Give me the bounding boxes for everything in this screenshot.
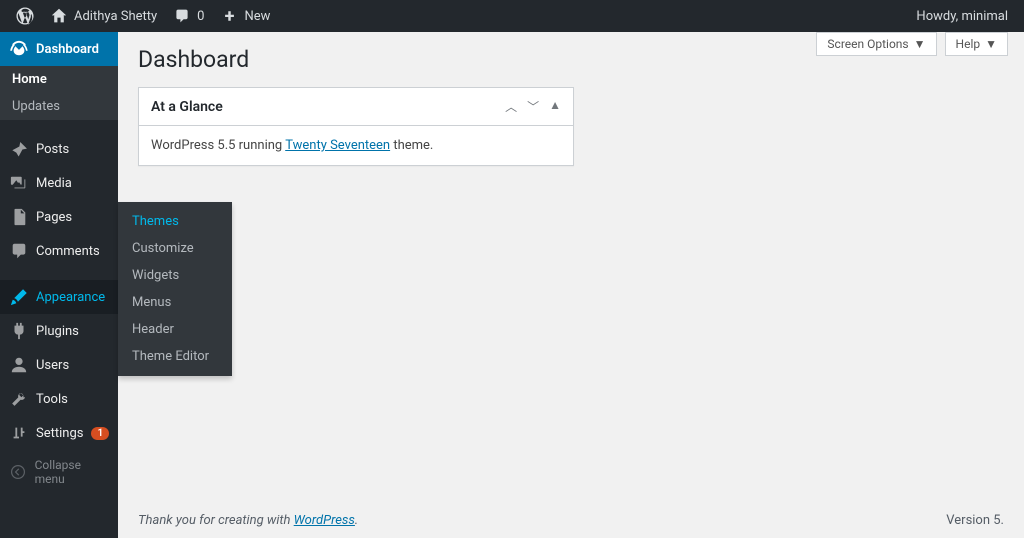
settings-badge: 1 (91, 427, 109, 440)
admin-bar: Adithya Shetty 0 New Howdy, minimal (0, 0, 1024, 32)
footer-version: Version 5. (946, 513, 1004, 528)
screen-options-button[interactable]: Screen Options ▼ (816, 32, 936, 56)
collapse-menu-button[interactable]: Collapse menu (0, 450, 118, 494)
help-button[interactable]: Help ▼ (945, 32, 1008, 56)
collapse-icon (10, 463, 27, 481)
top-buttons: Screen Options ▼ Help ▼ (816, 32, 1008, 56)
sidebar-subitem-updates[interactable]: Updates (0, 93, 118, 120)
users-icon (10, 356, 28, 374)
panel-controls: ︿ ﹀ ▲ (505, 98, 561, 115)
sidebar-label: Settings (36, 426, 83, 441)
panel-text-suffix: theme. (390, 138, 433, 153)
panel-move-down-icon[interactable]: ﹀ (527, 98, 539, 115)
panel-body: WordPress 5.5 running Twenty Seventeen t… (139, 126, 573, 165)
wordpress-link[interactable]: WordPress (294, 513, 355, 528)
pin-icon (10, 140, 28, 158)
caret-down-icon: ▼ (985, 37, 997, 51)
collapse-label: Collapse menu (35, 458, 108, 486)
sidebar-item-dashboard[interactable]: Dashboard (0, 32, 118, 66)
sidebar-label: Comments (36, 244, 100, 259)
appearance-icon (10, 288, 28, 306)
tools-icon (10, 390, 28, 408)
howdy-account-link[interactable]: Howdy, minimal (908, 0, 1016, 32)
sidebar-label: Dashboard (36, 42, 99, 57)
site-name-text: Adithya Shetty (74, 9, 157, 24)
sidebar-label: Pages (36, 210, 72, 225)
howdy-text: Howdy, minimal (916, 9, 1008, 24)
sidebar-label: Media (36, 176, 72, 191)
sidebar-label: Plugins (36, 324, 79, 339)
footer: Thank you for creating with WordPress. V… (118, 503, 1024, 538)
sidebar-dashboard-submenu: Home Updates (0, 66, 118, 120)
footer-thanks: Thank you for creating with WordPress. (138, 513, 358, 528)
plus-icon (220, 7, 238, 25)
home-icon (50, 7, 68, 25)
wordpress-icon (16, 7, 34, 25)
comments-link[interactable]: 0 (165, 0, 212, 32)
comment-icon (10, 242, 28, 260)
site-name-link[interactable]: Adithya Shetty (42, 0, 165, 32)
sidebar-label: Users (36, 358, 69, 373)
comments-count: 0 (197, 9, 204, 24)
at-a-glance-panel: At a Glance ︿ ﹀ ▲ WordPress 5.5 running … (138, 87, 574, 166)
sidebar-item-settings[interactable]: Settings 1 (0, 416, 118, 450)
media-icon (10, 174, 28, 192)
sidebar-item-media[interactable]: Media (0, 166, 118, 200)
settings-icon (10, 424, 28, 442)
panel-title: At a Glance (151, 99, 223, 115)
sidebar-label: Posts (36, 142, 69, 157)
sidebar-item-posts[interactable]: Posts (0, 132, 118, 166)
panel-toggle-icon[interactable]: ▲ (549, 98, 561, 115)
sidebar-subitem-home[interactable]: Home (0, 66, 118, 93)
caret-down-icon: ▼ (914, 37, 926, 51)
sidebar-item-plugins[interactable]: Plugins (0, 314, 118, 348)
main-content: Screen Options ▼ Help ▼ Dashboard At a G… (118, 32, 1024, 538)
admin-sidebar: Dashboard Home Updates Posts Media Pages… (0, 32, 118, 538)
admin-bar-left: Adithya Shetty 0 New (8, 0, 278, 32)
new-content-link[interactable]: New (212, 0, 278, 32)
sidebar-item-users[interactable]: Users (0, 348, 118, 382)
sidebar-item-tools[interactable]: Tools (0, 382, 118, 416)
theme-link[interactable]: Twenty Seventeen (285, 138, 390, 153)
sidebar-label: Appearance (36, 290, 105, 305)
sidebar-label: Tools (36, 392, 68, 407)
page-icon (10, 208, 28, 226)
panel-header: At a Glance ︿ ﹀ ▲ (139, 88, 573, 126)
sidebar-item-appearance[interactable]: Appearance (0, 280, 118, 314)
sidebar-item-comments[interactable]: Comments (0, 234, 118, 268)
wp-logo-menu[interactable] (8, 0, 42, 32)
panel-move-up-icon[interactable]: ︿ (505, 98, 517, 115)
dashboard-icon (10, 40, 28, 58)
comment-icon (173, 7, 191, 25)
new-label: New (244, 9, 270, 24)
sidebar-item-pages[interactable]: Pages (0, 200, 118, 234)
panel-text-prefix: WordPress 5.5 running (151, 138, 285, 153)
plugin-icon (10, 322, 28, 340)
